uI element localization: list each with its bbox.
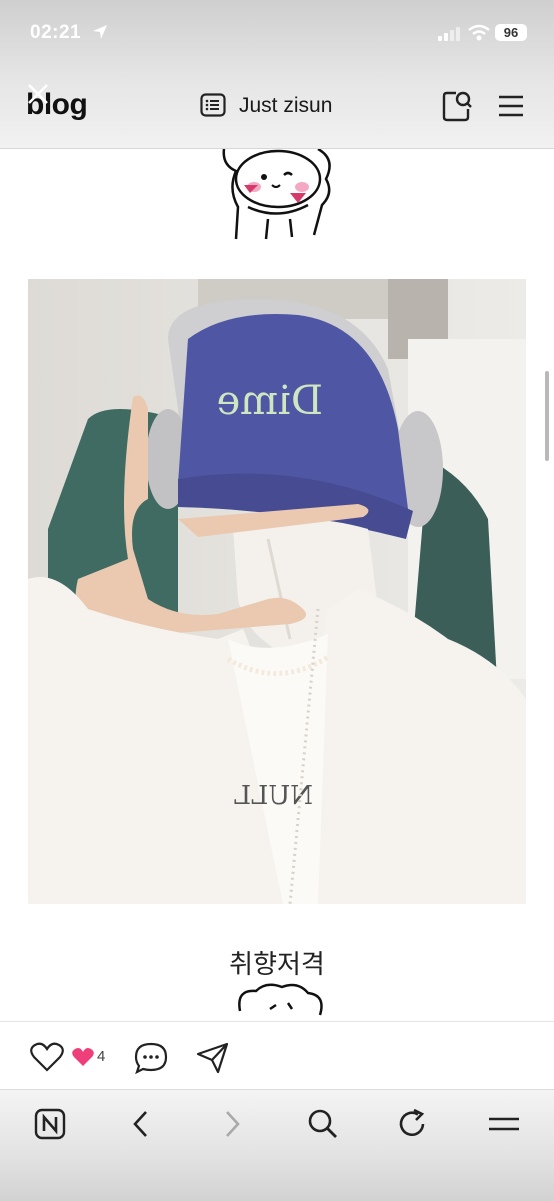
like-icon[interactable] xyxy=(30,1042,64,1072)
post-photo[interactable]: Dime NULL xyxy=(28,279,526,904)
wifi-icon xyxy=(468,24,490,41)
naver-home-icon[interactable] xyxy=(34,1108,66,1140)
search-icon[interactable] xyxy=(307,1108,339,1140)
like-count: 4 xyxy=(97,1048,106,1065)
browser-toolbar xyxy=(0,1089,554,1201)
location-arrow-icon xyxy=(93,25,107,39)
battery-indicator: 96 xyxy=(495,24,527,41)
search-doc-icon[interactable] xyxy=(442,90,472,122)
more-menu-icon[interactable] xyxy=(488,1108,520,1140)
post-caption: 취향저격 xyxy=(229,950,325,980)
post-action-bar: 4 xyxy=(0,1021,554,1090)
menu-icon[interactable] xyxy=(498,95,524,117)
top-chrome: 02:21 96 blog Just zisun xyxy=(0,0,554,149)
bear-sticker-image xyxy=(222,149,331,240)
close-icon[interactable] xyxy=(26,82,50,106)
comment-icon[interactable] xyxy=(134,1042,168,1074)
blog-header: blog Just zisun xyxy=(0,64,554,148)
status-bar: 02:21 96 xyxy=(0,0,554,64)
bear-sticker-image xyxy=(238,983,323,1016)
share-icon[interactable] xyxy=(196,1042,230,1074)
cellular-signal-icon xyxy=(438,27,460,41)
blog-title[interactable]: Just zisun xyxy=(239,94,332,118)
back-icon[interactable] xyxy=(130,1108,150,1140)
post-list-icon[interactable] xyxy=(200,93,226,117)
refresh-icon[interactable] xyxy=(398,1108,428,1140)
forward-icon xyxy=(226,1111,240,1137)
post-content: Dime NULL 취향저격 xyxy=(0,149,554,1021)
cap-text: Dime xyxy=(217,378,323,424)
scrollbar-thumb[interactable] xyxy=(545,371,549,461)
heart-count-icon xyxy=(72,1048,94,1066)
status-time: 02:21 xyxy=(30,22,82,43)
